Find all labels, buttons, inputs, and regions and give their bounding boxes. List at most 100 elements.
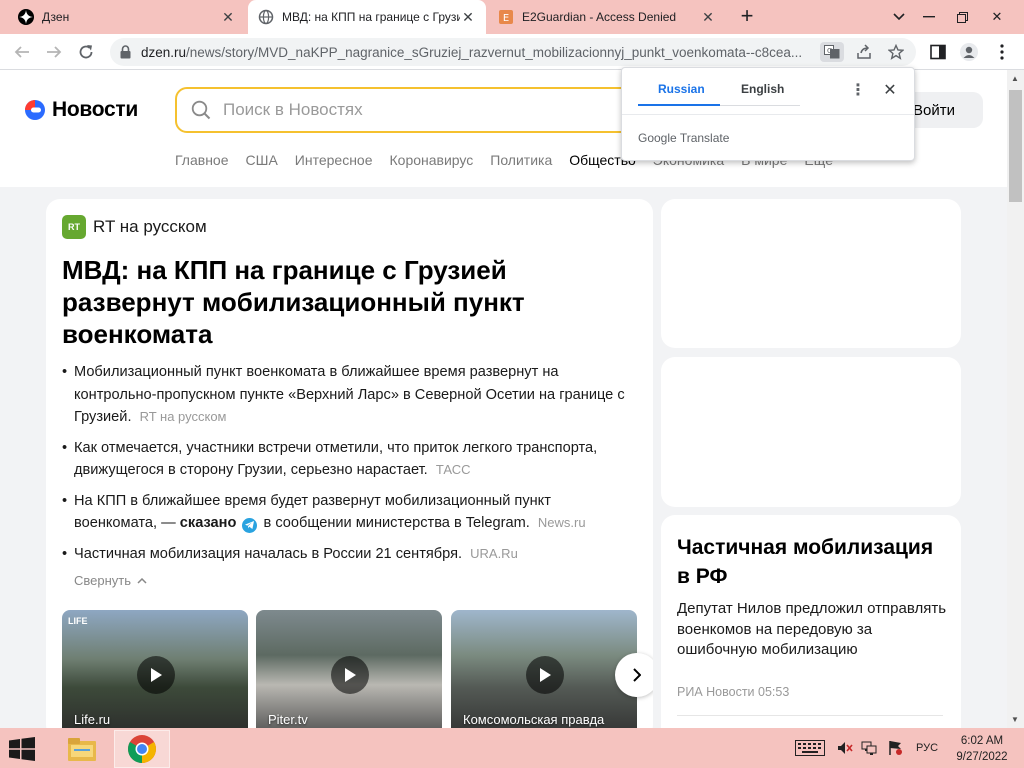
keyboard-icon[interactable] [794,738,826,758]
related-story-meta: РИА Новости 05:53 [677,685,790,699]
tab-e2guardian[interactable]: E E2Guardian - Access Denied ✕ [488,0,726,34]
share-icon[interactable] [852,42,876,62]
restore-icon[interactable] [945,0,979,34]
bullet-source-link[interactable]: RT на русском [140,409,227,424]
bookmark-star-icon[interactable] [884,42,908,62]
search-input[interactable]: Поиск в Новостях [175,87,695,133]
file-explorer-icon[interactable] [54,730,110,768]
tab-dzen[interactable]: Дзен ✕ [8,0,246,34]
story-bullet: Частичная мобилизация началась в России … [62,543,637,566]
forward-arrow-icon[interactable] [40,38,68,66]
video-thumbnail[interactable]: Комсомольская правда [451,610,637,739]
close-icon[interactable]: ✕ [882,80,898,100]
scroll-down-arrow-icon[interactable]: ▼ [1011,715,1019,724]
story-source[interactable]: RT RT на русском [62,215,207,239]
bullet-source-link[interactable]: URA.Ru [470,546,518,561]
chrome-icon[interactable] [114,730,170,768]
google-brand: Google [638,131,677,145]
more-options-icon[interactable]: ⋮ [850,80,866,100]
search-placeholder: Поиск в Новостях [223,100,363,119]
windows-start-icon[interactable] [8,737,38,761]
profile-avatar-icon[interactable] [955,38,983,66]
dzen-icon [18,9,34,25]
play-icon[interactable] [526,656,564,694]
play-icon[interactable] [331,656,369,694]
search-icon [191,100,211,120]
telegram-quote-link[interactable]: сказано [180,515,237,531]
bullet-source-link[interactable]: ТАСС [436,462,471,477]
e2guardian-icon: E [498,9,514,25]
play-icon[interactable] [137,656,175,694]
volume-muted-icon[interactable] [836,738,854,758]
close-icon[interactable]: ✕ [460,9,476,26]
page-scrollbar[interactable]: ▲ ▼ [1007,70,1024,728]
ad-placeholder-card [661,357,961,507]
scrollbar-thumb[interactable] [1009,90,1022,202]
clock-time: 6:02 AM [960,735,1004,747]
carousel-next-chevron-icon[interactable] [615,653,653,697]
svg-text:E: E [503,13,509,24]
google-translate-label: Google Translate [638,131,729,145]
nav-item-main[interactable]: Главное [175,152,229,168]
address-bar[interactable]: dzen.ru /news/story/MVD_naKPP_nagranice_… [110,38,916,66]
video-thumbnail[interactable]: Piter.tv [256,610,442,739]
close-icon[interactable]: ✕ [220,9,236,26]
bullet-text: в сообщении министерства в Telegram. [263,515,530,531]
news-logo-icon [25,100,45,120]
story-bullets: Мобилизационный пункт военкомата в ближа… [62,361,637,573]
new-tab-button[interactable]: + [734,4,760,30]
tab-title: МВД: на КПП на границе с Грузией [282,10,460,24]
back-arrow-icon[interactable] [8,38,36,66]
bullet-source-link[interactable]: News.ru [538,515,586,530]
chevron-up-icon [137,578,147,584]
story-headline: МВД: на КПП на границе с Грузией разверн… [62,255,525,349]
reload-icon[interactable] [72,38,100,66]
nav-item-coronavirus[interactable]: Коронавирус [390,152,474,168]
minimize-icon[interactable] [912,0,946,34]
story-bullet: На КПП в ближайшее время будет развернут… [62,490,637,535]
collapse-button[interactable]: Свернуть [74,573,147,588]
related-story-link[interactable]: Депутат Нилов предложил отправлять военк… [677,599,947,661]
tab-title: Дзен [42,10,70,24]
translate-icon[interactable]: G [820,42,844,62]
tab-strip: Дзен ✕ МВД: на КПП на границе с Грузией … [0,0,1024,34]
side-panel-icon[interactable] [924,38,952,66]
translate-product: Translate [679,131,730,145]
kebab-menu-icon[interactable] [988,38,1016,66]
nav-item-interesting[interactable]: Интересное [295,152,373,168]
close-icon[interactable]: ✕ [700,9,716,26]
tab-search-chevron-icon[interactable] [882,0,916,34]
story-bullet: Мобилизационный пункт военкомата в ближа… [62,361,637,429]
divider [622,114,914,115]
logo-text: Новости [52,98,138,121]
nav-item-politics[interactable]: Политика [490,152,552,168]
system-clock[interactable]: 6:02 AM 9/27/2022 [948,733,1016,765]
active-tab-indicator [638,104,720,106]
video-thumbnail[interactable]: LIFE Life.ru [62,610,248,739]
tab-english[interactable]: English [741,82,784,96]
nav-item-usa[interactable]: США [246,152,278,168]
ad-placeholder-card [661,199,961,348]
window-close-icon[interactable]: ✕ [980,0,1014,34]
source-name: RT на русском [93,217,207,236]
tab-mvd-article[interactable]: МВД: на КПП на границе с Грузией ✕ [248,0,486,34]
url-path: /news/story/MVD_naKPP_nagranice_sGruziej… [186,44,803,60]
network-icon[interactable] [860,738,878,758]
tab-russian[interactable]: Russian [658,82,705,96]
windows-taskbar: РУС 6:02 AM 9/27/2022 [0,728,1024,768]
scroll-up-arrow-icon[interactable]: ▲ [1011,74,1019,83]
clock-date: 9/27/2022 [956,751,1008,763]
bullet-text: Частичная мобилизация началась в России … [74,545,463,562]
divider [677,715,943,716]
rt-logo: RT [62,215,86,239]
translate-popup: Russian English ⋮ ✕ Google Translate [621,67,915,161]
telegram-icon[interactable] [242,517,258,533]
notification-flag-icon[interactable] [886,738,904,758]
lock-icon[interactable] [120,45,131,59]
input-language-indicator[interactable]: РУС [916,742,938,754]
story-card: RT RT на русском МВД: на КПП на границе … [46,199,653,739]
bullet-text: Как отмечается, участники встречи отмети… [74,439,598,479]
tab-title: E2Guardian - Access Denied [522,10,677,24]
news-logo[interactable]: Новости [24,98,138,122]
related-title[interactable]: Частичная мобилизация в РФ [677,533,947,591]
